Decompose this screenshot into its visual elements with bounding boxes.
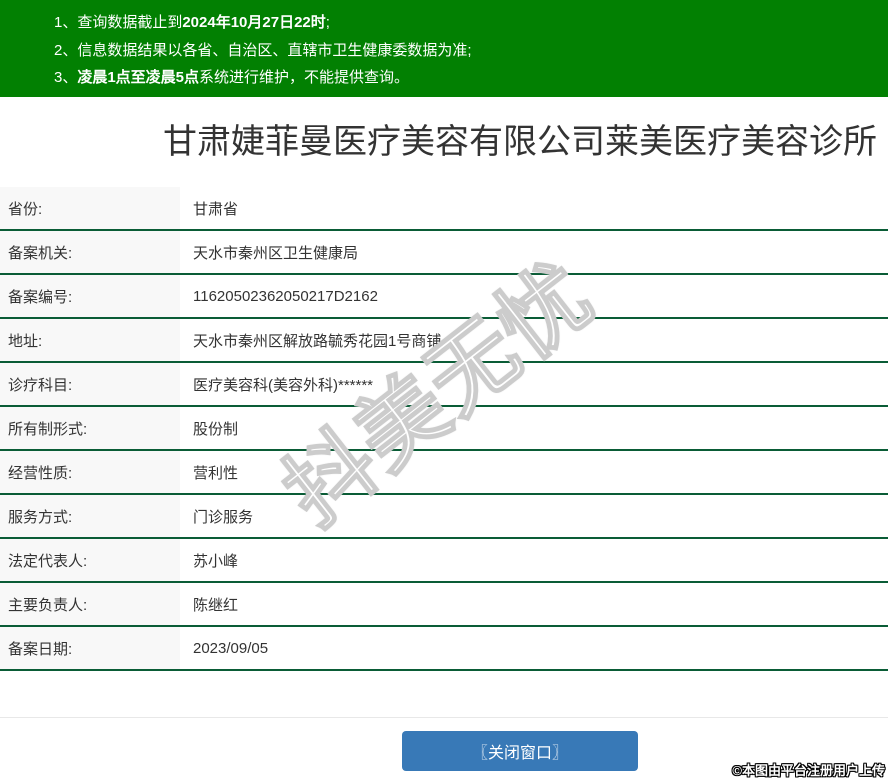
notice-bold-text: 2024年10月27日22时 bbox=[182, 14, 326, 31]
notice-text: 3、 bbox=[54, 69, 78, 86]
table-row: 法定代表人: 苏小峰 bbox=[0, 539, 888, 583]
table-row: 备案机关: 天水市秦州区卫生健康局 bbox=[0, 231, 888, 275]
page-container: 1、查询数据截止到2024年10月27日22时; 2、信息数据结果以各省、自治区… bbox=[0, 0, 888, 771]
row-label: 经营性质: bbox=[0, 451, 180, 493]
notice-line: 1、查询数据截止到2024年10月27日22时; bbox=[54, 9, 888, 37]
row-value: 天水市秦州区卫生健康局 bbox=[193, 244, 359, 262]
table-row: 经营性质: 营利性 bbox=[0, 451, 888, 495]
close-window-button[interactable]: 〖关闭窗口〗 bbox=[402, 731, 638, 771]
table-row: 诊疗科目: 医疗美容科(美容外科)****** bbox=[0, 363, 888, 407]
table-row: 服务方式: 门诊服务 bbox=[0, 495, 888, 539]
row-value: 甘肃省 bbox=[193, 200, 239, 218]
row-label: 诊疗科目: bbox=[0, 363, 180, 405]
page-title: 甘肃婕菲曼医疗美容有限公司莱美医疗美容诊所 bbox=[163, 123, 877, 161]
row-label: 服务方式: bbox=[0, 495, 180, 537]
row-value: 11620502362050217D2162 bbox=[193, 287, 378, 305]
table-row: 省份: 甘肃省 bbox=[0, 187, 888, 231]
row-label: 法定代表人: bbox=[0, 539, 180, 581]
row-label: 地址: bbox=[0, 319, 180, 361]
row-label: 备案机关: bbox=[0, 231, 180, 273]
notice-line: 3、凌晨1点至凌晨5点系统进行维护，不能提供查询。 bbox=[54, 64, 888, 92]
notice-bold-text: 凌晨1点至凌晨5点 bbox=[77, 69, 200, 86]
row-value: 天水市秦州区解放路毓秀花园1号商铺 bbox=[193, 332, 442, 350]
row-value: 2023/09/05 bbox=[193, 639, 269, 657]
row-label: 主要负责人: bbox=[0, 583, 180, 625]
row-value: 医疗美容科(美容外科)****** bbox=[193, 376, 374, 394]
notice-text: ; bbox=[325, 14, 330, 31]
record-info-table: 省份: 甘肃省 备案机关: 天水市秦州区卫生健康局 备案编号: 11620502… bbox=[0, 187, 888, 671]
notice-line: 2、信息数据结果以各省、自治区、直辖市卫生健康委数据为准; bbox=[54, 37, 888, 65]
notice-text: 2、信息数据结果以各省、自治区、直辖市卫生健康委数据为准; bbox=[54, 41, 472, 59]
row-value: 股份制 bbox=[193, 420, 239, 438]
row-label: 备案日期: bbox=[0, 627, 180, 669]
upload-copyright-stamp: ©本图由平台注册用户上传 bbox=[732, 763, 885, 778]
notice-text: 1、查询数据截止到 bbox=[54, 14, 183, 31]
row-label: 省份: bbox=[0, 187, 180, 229]
table-row: 主要负责人: 陈继红 bbox=[0, 583, 888, 627]
row-value: 陈继红 bbox=[193, 596, 239, 614]
table-row: 所有制形式: 股份制 bbox=[0, 407, 888, 451]
row-value: 营利性 bbox=[193, 464, 239, 482]
row-label: 备案编号: bbox=[0, 275, 180, 317]
row-label: 所有制形式: bbox=[0, 407, 180, 449]
row-value: 苏小峰 bbox=[193, 552, 239, 570]
table-row: 备案日期: 2023/09/05 bbox=[0, 627, 888, 671]
notice-bar: 1、查询数据截止到2024年10月27日22时; 2、信息数据结果以各省、自治区… bbox=[0, 0, 888, 97]
row-value: 门诊服务 bbox=[193, 508, 254, 526]
bottom-divider bbox=[0, 717, 888, 718]
table-row: 备案编号: 11620502362050217D2162 bbox=[0, 275, 888, 319]
notice-text: 系统进行维护，不能提供查询。 bbox=[199, 69, 410, 86]
table-row: 地址: 天水市秦州区解放路毓秀花园1号商铺 bbox=[0, 319, 888, 363]
